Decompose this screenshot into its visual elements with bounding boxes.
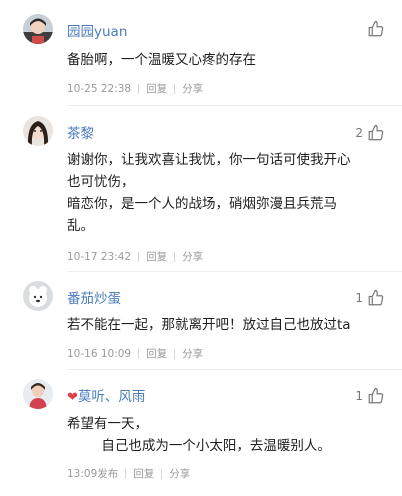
comment-meta: 10-25 22:38 回复 分享 (67, 81, 203, 96)
divider (161, 468, 163, 479)
comment-divider (67, 271, 402, 272)
reply-button[interactable]: 回复 (133, 466, 154, 481)
thumbs-up-icon (368, 289, 384, 306)
like-button[interactable]: 1 (355, 387, 385, 405)
thumbs-up-icon (368, 124, 384, 141)
avatar[interactable] (23, 281, 53, 311)
comment-meta: 10-16 10:09 回复 分享 (67, 346, 203, 361)
divider (138, 348, 140, 359)
divider (174, 251, 176, 262)
like-button[interactable]: 2 (355, 124, 385, 142)
divider (125, 468, 127, 479)
comment-username[interactable]: 园园yuan (67, 20, 127, 40)
share-button[interactable]: 分享 (182, 249, 203, 264)
share-button[interactable]: 分享 (169, 466, 190, 481)
comment-time: 10-17 23:42 (67, 250, 132, 263)
like-button[interactable] (363, 20, 385, 38)
comment-divider (67, 105, 402, 106)
username-text: 番茄炒蛋 (67, 291, 121, 307)
comment-text: 谢谢你，让我欢喜让我忧，你一句话可使我开心 也可忧伤， 暗恋你，是一个人的战场，… (67, 152, 351, 234)
divider (174, 83, 176, 94)
reply-button[interactable]: 回复 (146, 81, 167, 96)
like-button[interactable]: 1 (355, 289, 385, 307)
avatar[interactable] (23, 116, 53, 146)
comment-text: 若不能在一起，那就离开吧！放过自己也放过ta (67, 317, 351, 333)
reply-button[interactable]: 回复 (146, 249, 167, 264)
comment-time: 10-25 22:38 (67, 82, 132, 95)
username-text: 茶黎 (67, 126, 94, 142)
comment-meta: 10-17 23:42 回复 分享 (67, 249, 203, 264)
share-button[interactable]: 分享 (182, 346, 203, 361)
share-button[interactable]: 分享 (182, 81, 203, 96)
avatar[interactable] (23, 379, 53, 409)
comment-time: 10-16 10:09 (67, 347, 132, 360)
comment-username[interactable]: ❤莫听、风雨 (67, 385, 145, 405)
divider (138, 251, 140, 262)
thumbs-up-icon (368, 20, 384, 37)
like-count: 1 (355, 389, 363, 403)
comment-time: 13:09发布 (67, 468, 119, 480)
comment-username[interactable]: 番茄炒蛋 (67, 287, 121, 307)
divider (138, 83, 140, 94)
like-count: 1 (355, 291, 363, 305)
heart-icon: ❤ (67, 390, 78, 405)
avatar[interactable] (23, 14, 53, 44)
username-text: 莫听、风雨 (77, 389, 146, 405)
comment-meta: 13:09发布 回复 分享 (67, 466, 190, 481)
username-text: 园园yuan (67, 24, 128, 40)
comment-divider (67, 369, 402, 370)
like-count: 2 (355, 126, 363, 140)
comment-text: 备胎啊，一个温暖又心疼的存在 (67, 52, 256, 68)
reply-button[interactable]: 回复 (146, 346, 167, 361)
divider (174, 348, 176, 359)
thumbs-up-icon (368, 387, 384, 404)
comment-username[interactable]: 茶黎 (67, 122, 94, 142)
comment-text: 希望有一天， 自己也成为一个小太阳，去温暖别人。 (67, 416, 331, 454)
